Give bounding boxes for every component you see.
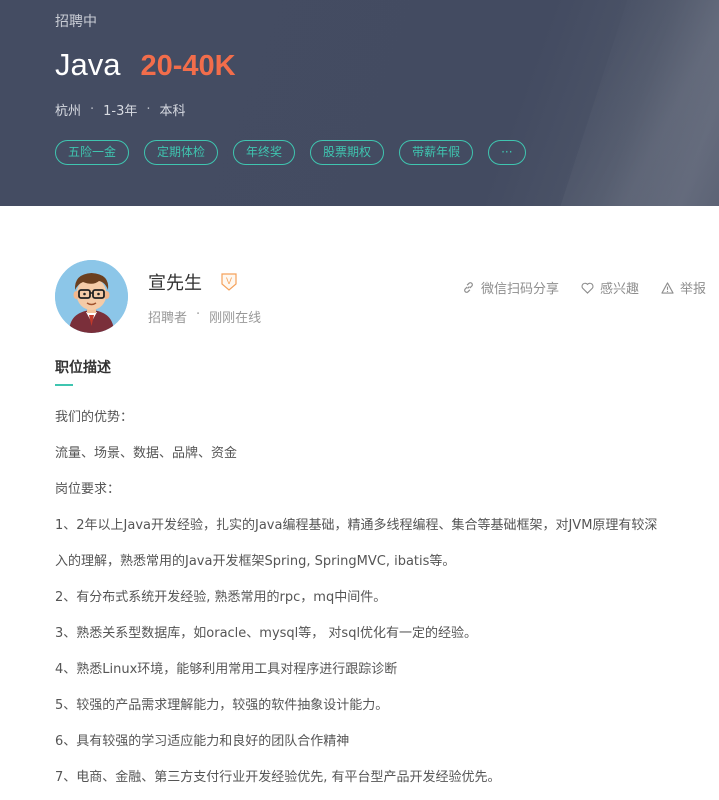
meta-separator: · (146, 102, 151, 117)
benefit-tag[interactable]: 带薪年假 (399, 140, 474, 165)
verified-badge-icon: V (221, 273, 237, 291)
job-description: 我们的优势： 流量、场景、数据、品牌、资金 岗位要求： 1、2年以上Java开发… (55, 400, 715, 796)
more-tags-button[interactable]: ··· (488, 140, 526, 165)
benefit-tag[interactable]: 五险一金 (55, 140, 130, 165)
heart-icon (581, 282, 594, 294)
share-label: 微信扫码分享 (480, 282, 559, 297)
recruiter-role-row: 招聘者 · 刚刚在线 (148, 307, 261, 326)
role-separator: · (196, 307, 201, 322)
meta-separator: · (90, 102, 95, 117)
job-experience: 1-3年 (103, 104, 138, 119)
job-meta: 杭州 · 1-3年 · 本科 (55, 100, 186, 119)
recruiter-card: 宣先生 V 招聘者 · 刚刚在线 微信扫码分享 感兴趣 举报 (55, 260, 719, 334)
description-line: 1、2年以上Java开发经验，扎实的Java编程基础，精通多线程编程、集合等基础… (55, 518, 658, 533)
job-education: 本科 (159, 104, 186, 119)
description-line: 入的理解，熟悉常用的Java开发框架Spring, SpringMVC, iba… (55, 554, 456, 569)
interest-button[interactable]: 感兴趣 (581, 278, 639, 297)
warning-icon (661, 281, 674, 294)
job-title-row: Java 20-40K (55, 47, 236, 83)
benefit-tag[interactable]: 股票期权 (310, 140, 385, 165)
description-line: 岗位要求： (55, 482, 121, 497)
description-line: 6、具有较强的学习适应能力和良好的团队合作精神 (55, 734, 350, 749)
online-status: 刚刚在线 (209, 311, 262, 326)
job-city: 杭州 (55, 104, 82, 119)
job-actions: 微信扫码分享 感兴趣 举报 (440, 278, 706, 297)
report-label: 举报 (679, 282, 706, 297)
description-line: 3、熟悉关系型数据库，如oracle、mysql等， 对sql优化有一定的经验。 (55, 626, 478, 641)
recruiter-role: 招聘者 (148, 311, 188, 326)
interest-label: 感兴趣 (599, 282, 639, 297)
salary: 20-40K (140, 50, 236, 82)
job-header: 招聘中 Java 20-40K 杭州 · 1-3年 · 本科 五险一金 定期体检… (0, 0, 719, 206)
share-button[interactable]: 微信扫码分享 (462, 278, 559, 297)
svg-text:V: V (226, 276, 232, 286)
description-line: 我们的优势： (55, 410, 134, 425)
description-line: 4、熟悉Linux环境，能够利用常用工具对程序进行跟踪诊断 (55, 662, 398, 677)
avatar[interactable] (55, 260, 128, 333)
job-status: 招聘中 (55, 14, 97, 30)
job-title: Java (55, 47, 121, 82)
benefit-tags: 五险一金 定期体检 年终奖 股票期权 带薪年假 ··· (55, 140, 541, 165)
section-underline (55, 384, 73, 386)
description-line: 7、电商、金融、第三方支付行业开发经验优先, 有平台型产品开发经验优先。 (55, 770, 501, 785)
report-button[interactable]: 举报 (661, 278, 706, 297)
description-line: 5、较强的产品需求理解能力，较强的软件抽象设计能力。 (55, 698, 389, 713)
description-line: 流量、场景、数据、品牌、资金 (55, 446, 238, 461)
recruiter-name: 宣先生 (148, 273, 202, 294)
benefit-tag[interactable]: 定期体检 (144, 140, 219, 165)
link-icon (464, 282, 473, 293)
benefit-tag[interactable]: 年终奖 (233, 140, 296, 165)
description-line: 2、有分布式系统开发经验, 熟悉常用的rpc，mq中间件。 (55, 590, 387, 605)
avatar-illustration (55, 260, 128, 333)
section-title-description: 职位描述 (55, 360, 111, 376)
